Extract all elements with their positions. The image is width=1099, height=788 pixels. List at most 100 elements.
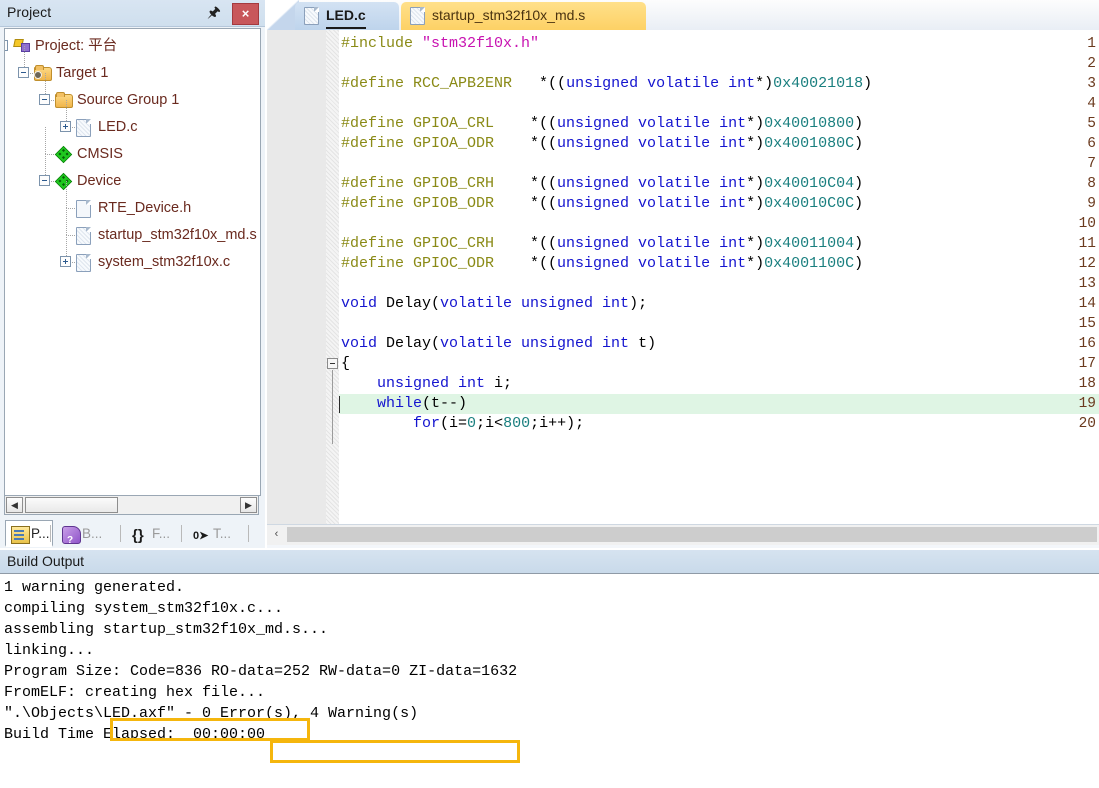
expand-plus-icon[interactable] bbox=[60, 256, 71, 267]
code-token: *) bbox=[746, 235, 765, 252]
line-number: 1 bbox=[1087, 36, 1096, 52]
close-icon[interactable]: × bbox=[232, 3, 259, 25]
expand-plus-icon[interactable] bbox=[60, 121, 71, 132]
code-line[interactable]: #define GPIOB_ODR *((unsigned volatile i… bbox=[341, 194, 863, 214]
tree-connector bbox=[66, 181, 67, 208]
code-token: ) bbox=[863, 75, 873, 92]
line-number: 19 bbox=[1078, 396, 1096, 412]
build-output-line: FromELF: creating hex file... bbox=[4, 684, 266, 701]
tree-connector bbox=[66, 208, 75, 209]
code-line[interactable]: for(i=0;i<800;i++); bbox=[341, 414, 584, 434]
code-token: ) bbox=[854, 135, 864, 152]
code-line[interactable]: #define GPIOC_CRH *((unsigned volatile i… bbox=[341, 234, 863, 254]
code-token: #define GPIOC_CRH bbox=[341, 235, 531, 252]
tab-led-c[interactable]: LED.c bbox=[295, 2, 399, 30]
code-token: unsigned volatile int bbox=[557, 115, 747, 132]
code-token: *) bbox=[746, 195, 765, 212]
project-tab-icon bbox=[11, 526, 30, 544]
collapse-minus-icon[interactable] bbox=[39, 175, 50, 186]
code-line[interactable]: void Delay(volatile unsigned int); bbox=[341, 294, 647, 314]
tree-item-label: Device bbox=[77, 173, 122, 189]
code-token: #define GPIOA_CRL bbox=[341, 115, 531, 132]
tab-separator bbox=[181, 525, 182, 542]
line-number: 3 bbox=[1087, 76, 1096, 92]
project-icon bbox=[13, 38, 30, 54]
code-token: *(( bbox=[530, 175, 558, 192]
code-token: t) bbox=[629, 335, 657, 352]
panel-tab-f[interactable]: {} F... bbox=[127, 521, 181, 547]
editor-hscrollbar[interactable]: ‹ bbox=[267, 524, 1099, 545]
code-token: ); bbox=[629, 295, 648, 312]
code-line[interactable]: #define GPIOB_CRH *((unsigned volatile i… bbox=[341, 174, 863, 194]
code-line[interactable]: void Delay(volatile unsigned int t) bbox=[341, 334, 656, 354]
build-output-text[interactable]: 1 warning generated. compiling system_stm… bbox=[0, 573, 1099, 788]
code-fold-margin[interactable] bbox=[326, 30, 339, 524]
panel-tab-b[interactable]: B... bbox=[57, 521, 119, 554]
panel-tab-p[interactable]: P... bbox=[5, 520, 53, 547]
code-token: volatile unsigned int bbox=[440, 335, 630, 352]
tree-item-label: LED.c bbox=[98, 119, 138, 135]
panel-tab-t[interactable]: 0➤ T... bbox=[188, 521, 246, 547]
code-line[interactable]: #define GPIOC_ODR *((unsigned volatile i… bbox=[341, 254, 863, 274]
project-tree[interactable]: Project: 平台 Target 1 Source Group 1 LED.c CM… bbox=[4, 28, 261, 496]
code-line[interactable]: #include "stm32f10x.h" bbox=[341, 34, 539, 54]
source-file-icon bbox=[304, 7, 319, 25]
code-fold-collapse-icon[interactable] bbox=[327, 358, 338, 369]
code-token: #define GPIOB_ODR bbox=[341, 195, 531, 212]
code-token: *(( bbox=[530, 115, 558, 132]
line-number: 7 bbox=[1087, 156, 1096, 172]
editor-area: LED.c startup_stm32f10x_md.s 1 #include "… bbox=[267, 0, 1099, 548]
scroll-left-arrow-icon[interactable]: ◀ bbox=[6, 497, 23, 513]
code-token: for bbox=[413, 415, 441, 432]
collapse-minus-icon[interactable] bbox=[5, 40, 8, 51]
code-token: Delay( bbox=[377, 295, 441, 312]
build-output-line: Program Size: Code=836 RO-data=252 RW-da… bbox=[4, 663, 518, 680]
line-number: 20 bbox=[1078, 416, 1096, 432]
line-number: 9 bbox=[1087, 196, 1096, 212]
line-number: 12 bbox=[1078, 256, 1096, 272]
code-token: while bbox=[377, 395, 423, 412]
code-token: ;i++); bbox=[530, 415, 585, 432]
tab-separator bbox=[248, 525, 249, 542]
tree-connector bbox=[45, 154, 54, 155]
text-caret bbox=[339, 396, 340, 413]
component-icon bbox=[54, 172, 73, 191]
collapse-minus-icon[interactable] bbox=[18, 67, 29, 78]
panel-tab-label: F... bbox=[152, 526, 171, 541]
code-line[interactable]: #define GPIOA_ODR *((unsigned volatile i… bbox=[341, 134, 863, 154]
scroll-left-arrow-icon[interactable]: ‹ bbox=[268, 526, 285, 543]
code-line[interactable]: { bbox=[341, 354, 350, 374]
tree-connector bbox=[66, 208, 67, 235]
code-token: *(( bbox=[530, 195, 558, 212]
code-line[interactable]: unsigned int i; bbox=[341, 374, 512, 394]
tree-item-label: Project: 平台 bbox=[35, 38, 118, 54]
code-line[interactable]: #define GPIOA_CRL *((unsigned volatile i… bbox=[341, 114, 863, 134]
line-number: 11 bbox=[1078, 236, 1096, 252]
code-token: 800 bbox=[503, 415, 531, 432]
code-editor[interactable]: 1 #include "stm32f10x.h" 2 3 #define RCC_APB… bbox=[267, 30, 1099, 524]
code-token: *(( bbox=[530, 135, 558, 152]
build-output-line: linking... bbox=[4, 642, 95, 659]
code-token: volatile unsigned int bbox=[440, 295, 630, 312]
tree-item-label: system_stm32f10x.c bbox=[98, 254, 231, 270]
code-token: void bbox=[341, 295, 378, 312]
line-number: 18 bbox=[1078, 376, 1096, 392]
code-line[interactable]: while(t--) bbox=[341, 394, 467, 414]
collapse-minus-icon[interactable] bbox=[39, 94, 50, 105]
tab-label: startup_stm32f10x_md.s bbox=[432, 7, 586, 23]
tree-item-label: Target 1 bbox=[56, 65, 109, 81]
code-token: "stm32f10x.h" bbox=[422, 35, 540, 52]
code-token: 0x40010C0C bbox=[764, 195, 855, 212]
pin-icon[interactable]: 🖈 bbox=[206, 4, 222, 21]
scroll-right-arrow-icon[interactable]: ▶ bbox=[240, 497, 257, 513]
project-tree-hscrollbar[interactable]: ◀ ▶ bbox=[4, 495, 259, 515]
tree-connector bbox=[45, 127, 46, 154]
tab-startup-stm32f10x-md-s[interactable]: startup_stm32f10x_md.s bbox=[401, 2, 646, 30]
scrollbar-thumb[interactable] bbox=[25, 497, 118, 513]
tree-item-label: startup_stm32f10x_md.s bbox=[98, 227, 257, 243]
code-line[interactable]: #define RCC_APB2ENR *((unsigned volatile… bbox=[341, 74, 872, 94]
scrollbar-thumb[interactable] bbox=[287, 527, 1097, 542]
